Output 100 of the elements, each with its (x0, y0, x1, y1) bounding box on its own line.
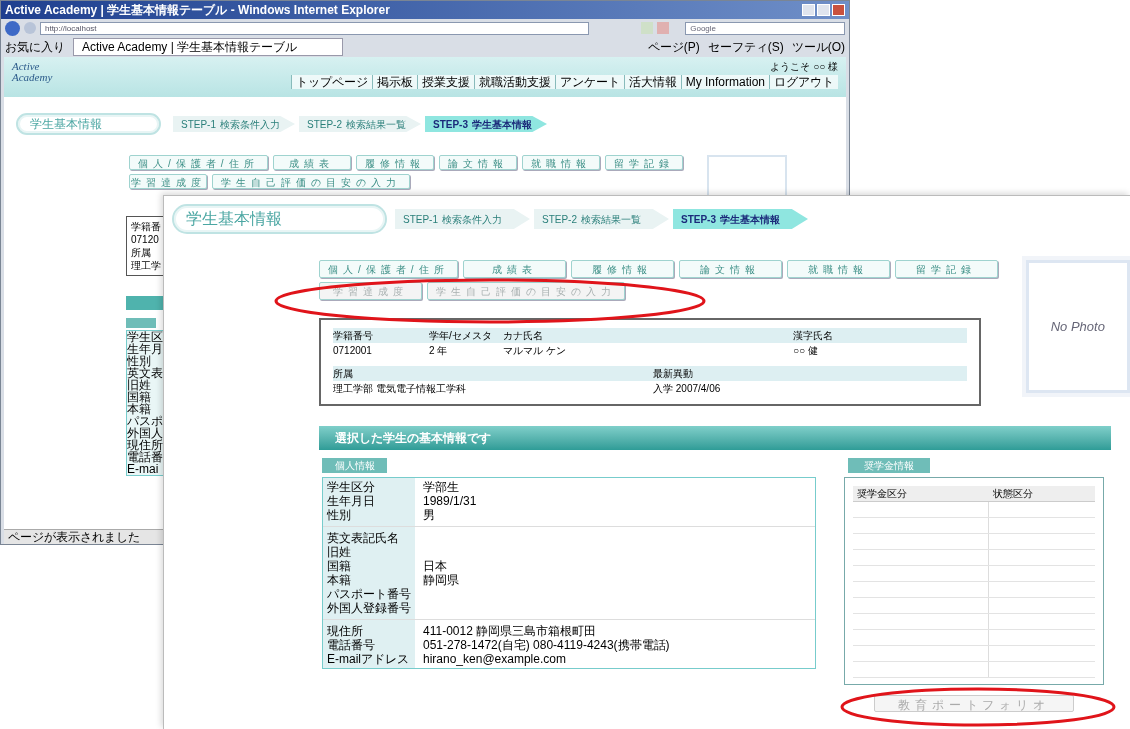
section-tab[interactable]: 論文情報 (678, 260, 782, 278)
welcome-text: ようこそ ○○ 様 (770, 61, 838, 73)
section-tab[interactable]: 留学記録 (604, 155, 683, 170)
section-tab[interactable]: 成績表 (462, 260, 566, 278)
field-label: 生年月 (127, 343, 164, 355)
card-text: 07120 (131, 234, 160, 245)
card-text: 学籍番 (131, 221, 162, 232)
section-tab[interactable]: 学生自己評価の目安の入力 (212, 174, 410, 189)
field-value: 理工学部 電気電子情報工学科 (333, 382, 467, 396)
field-label: 所属 (333, 367, 354, 381)
field-label: パスポート番号 (326, 587, 412, 601)
field-value: hirano_ken@example.com (422, 652, 566, 666)
section-heading (126, 318, 156, 328)
page-title: 学生基本情報 (16, 113, 161, 135)
section-tab[interactable]: 留学記録 (894, 260, 998, 278)
banner (126, 296, 164, 310)
field-label: 学年/セメスタ (429, 329, 493, 343)
field-label: 外国人 (127, 427, 164, 439)
nav-link[interactable]: My Information (680, 75, 769, 89)
logo: Active Academy (12, 61, 54, 83)
favorites-button[interactable]: お気に入り (5, 38, 65, 56)
field-label: 旧姓 (326, 545, 352, 559)
step-tab[interactable]: STEP-1 検索条件入力 (395, 209, 530, 229)
field-label: E-mailアドレス (326, 652, 410, 666)
step-tab[interactable]: STEP-1 検索条件入力 (173, 116, 295, 132)
section-heading: 個人情報 (322, 458, 387, 473)
nav-link[interactable]: 授業支援 (416, 75, 474, 89)
nav-link[interactable]: 活大情報 (623, 75, 681, 89)
field-value: 1989/1/31 (422, 494, 477, 508)
toolbar-menu[interactable]: ページ(P) (647, 38, 700, 56)
field-label: 漢字氏名 (793, 329, 834, 343)
field-label: E-mai (127, 463, 159, 475)
browser-tab[interactable]: Active Academy | 学生基本情報テーブル (73, 38, 343, 56)
photo-placeholder-text: No Photo (1050, 317, 1105, 336)
section-tab[interactable]: 就職情報 (786, 260, 890, 278)
window-title: Active Academy | 学生基本情報テーブル - Windows Internet Explorer (5, 3, 390, 17)
field-value: 入学 2007/4/06 (653, 382, 722, 396)
step-tab[interactable]: STEP-2 検索結果一覧 (534, 209, 669, 229)
field-value: ○○ 健 (793, 344, 819, 358)
field-label: 本籍 (127, 403, 151, 415)
field-value: 051-278-1472(自宅) 080-4119-4243(携帯電話) (422, 638, 670, 652)
nav-link[interactable]: トップページ (290, 75, 372, 89)
section-tab[interactable]: 成績表 (272, 155, 351, 170)
field-value: 静岡県 (422, 573, 459, 587)
nav-link[interactable]: ログアウト (769, 75, 838, 89)
field-label: 学生区分 (326, 480, 376, 494)
step-tab[interactable]: STEP-2 検索結果一覧 (299, 116, 421, 132)
nav-link[interactable]: 掲示板 (371, 75, 417, 89)
field-value: 2 年 (429, 344, 449, 358)
minimize-button[interactable] (802, 4, 815, 16)
nav-link[interactable]: アンケート (554, 75, 624, 89)
field-label: 生年月日 (326, 494, 376, 508)
section-tab[interactable]: 履修情報 (355, 155, 434, 170)
step-tab[interactable]: STEP-3 学生基本情報 (673, 209, 808, 229)
column-header: 奨学金区分 (856, 487, 908, 501)
step-tab[interactable]: STEP-3 学生基本情報 (425, 116, 547, 132)
field-value: 411-0012 静岡県三島市箱根町田 (422, 624, 597, 638)
field-value: 日本 (422, 559, 447, 573)
field-value: 0712001 (333, 344, 373, 358)
section-tab[interactable]: 履修情報 (570, 260, 674, 278)
field-value: 学部生 (422, 480, 459, 494)
field-value: 男 (422, 508, 435, 522)
field-label: 電話番号 (326, 638, 376, 652)
field-label: 現住所 (127, 439, 164, 451)
section-heading: 奨学金情報 (848, 458, 930, 473)
section-tab[interactable]: 個人/保護者/住所 (319, 260, 458, 278)
section-tab[interactable]: 論文情報 (438, 155, 517, 170)
section-tab[interactable]: 個人/保護者/住所 (129, 155, 268, 170)
back-button[interactable] (5, 20, 20, 36)
search-field[interactable]: Google (685, 21, 845, 35)
toolbar-menu[interactable]: ツール(O) (791, 38, 845, 56)
field-value: マルマル ケン (503, 344, 567, 358)
field-label: 国籍 (127, 391, 152, 403)
card-text: 理工学 (131, 260, 162, 271)
card-text: 所属 (131, 247, 152, 258)
field-label: 本籍 (326, 573, 351, 587)
page-title: 学生基本情報 (172, 204, 387, 234)
field-label: 学籍番号 (333, 329, 374, 343)
field-label: 性別 (326, 508, 352, 522)
field-label: 学生区 (127, 331, 164, 343)
forward-button[interactable] (24, 22, 36, 34)
field-label: 国籍 (326, 559, 352, 573)
field-label: 英文表 (127, 367, 164, 379)
field-label: 旧姓 (127, 379, 151, 391)
field-label: 英文表記氏名 (326, 531, 400, 545)
field-label: パスポ (127, 415, 164, 427)
field-label: 最新異動 (653, 367, 694, 381)
section-tab[interactable]: 学習達成度 (129, 174, 207, 189)
field-label: 性別 (127, 355, 151, 367)
banner: 選択した学生の基本情報です (319, 426, 1111, 450)
field-label: 電話番 (127, 451, 164, 463)
nav-link[interactable]: 就職活動支援 (473, 75, 555, 89)
section-tab[interactable]: 就職情報 (521, 155, 600, 170)
address-field[interactable]: http://localhost (39, 21, 590, 35)
field-label: 外国人登録番号 (326, 601, 412, 615)
field-label: カナ氏名 (503, 329, 544, 343)
column-header: 状態区分 (992, 487, 1034, 501)
field-label: 現住所 (326, 624, 364, 638)
toolbar-menu[interactable]: セーフティ(S) (707, 38, 784, 56)
close-button[interactable] (832, 4, 845, 16)
